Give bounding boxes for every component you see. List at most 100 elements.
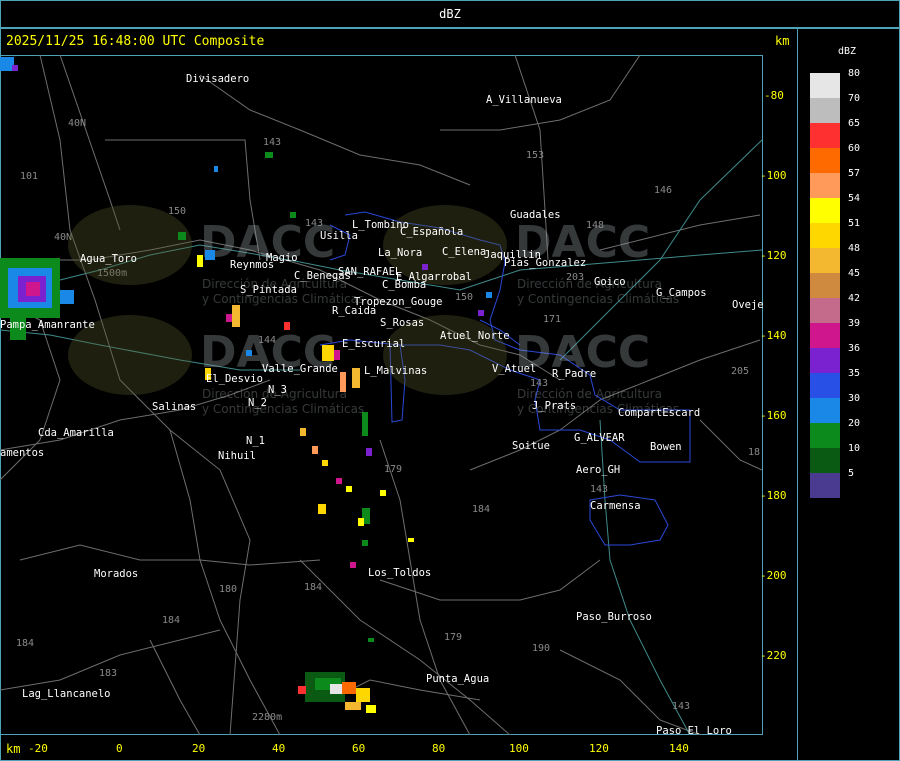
legend-swatch <box>810 473 840 498</box>
svg-text:Nihuil: Nihuil <box>218 450 256 462</box>
svg-text:40N: 40N <box>68 118 86 129</box>
x-tick: 80 <box>432 742 446 755</box>
legend-label: 30 <box>848 393 861 404</box>
legend-label: 10 <box>848 443 861 454</box>
svg-text:143: 143 <box>590 484 608 495</box>
svg-text:Usilla: Usilla <box>320 230 358 242</box>
y-tick: -140 <box>760 329 787 342</box>
legend-swatch <box>810 298 840 323</box>
svg-text:180: 180 <box>219 584 237 595</box>
svg-text:y Contingencias Climáticas: y Contingencias Climáticas <box>202 402 364 416</box>
svg-text:Aero_GH: Aero_GH <box>576 464 620 476</box>
x-tick: 100 <box>509 742 529 755</box>
svg-text:C_Española: C_Española <box>400 226 463 238</box>
svg-text:Cda_Amarilla: Cda_Amarilla <box>38 427 114 439</box>
svg-text:G_Campos: G_Campos <box>656 287 707 299</box>
y-tick: -80 <box>764 89 784 102</box>
legend-label: 54 <box>848 193 861 204</box>
legend-swatch <box>810 198 840 223</box>
svg-text:Paso_Burroso: Paso_Burroso <box>576 611 652 623</box>
svg-text:Dirección de Agricultura: Dirección de Agricultura <box>517 277 662 291</box>
svg-text:Carmensa: Carmensa <box>590 500 641 512</box>
svg-text:18: 18 <box>748 447 760 458</box>
x-tick: 60 <box>352 742 366 755</box>
svg-text:184: 184 <box>472 504 490 515</box>
x-tick: -20 <box>28 742 48 755</box>
svg-text:S_Rosas: S_Rosas <box>380 317 424 329</box>
x-tick: 120 <box>589 742 609 755</box>
svg-text:N_1: N_1 <box>246 435 265 447</box>
radar-map[interactable]: 143 153 146 148 101 40N 40N 150 143 203 … <box>0 55 765 735</box>
y-tick: -200 <box>760 569 787 582</box>
svg-text:Dirección de Agricultura: Dirección de Agricultura <box>517 387 662 401</box>
svg-text:Soitue: Soitue <box>512 440 550 452</box>
svg-text:V_Atuel: V_Atuel <box>492 363 536 375</box>
legend-swatch <box>810 223 840 248</box>
svg-text:J_Prats: J_Prats <box>532 400 576 412</box>
svg-text:Ovejer: Ovejer <box>732 299 765 311</box>
svg-text:N_3: N_3 <box>268 384 287 396</box>
x-tick: 0 <box>116 742 123 755</box>
legend-swatch <box>810 98 840 123</box>
legend-label: 36 <box>848 343 861 354</box>
timestamp-label: 2025/11/25 16:48:00 UTC Composite <box>6 34 265 49</box>
legend-label: 45 <box>848 268 861 279</box>
svg-text:179: 179 <box>444 632 462 643</box>
y-tick: -100 <box>760 169 787 182</box>
svg-text:150: 150 <box>455 292 473 303</box>
legend-swatch <box>810 323 840 348</box>
svg-text:C_Elena: C_Elena <box>442 246 486 258</box>
legend-swatch <box>810 423 840 448</box>
svg-text:Salinas: Salinas <box>152 401 196 413</box>
svg-text:146: 146 <box>654 185 672 196</box>
legend-label: 70 <box>848 93 861 104</box>
svg-text:Pampa_Amanrante: Pampa_Amanrante <box>0 319 95 331</box>
legend-swatch <box>810 173 840 198</box>
svg-text:190: 190 <box>532 643 550 654</box>
x-tick: 20 <box>192 742 206 755</box>
svg-text:N_2: N_2 <box>248 397 267 409</box>
legend-swatch <box>810 273 840 298</box>
svg-text:S_Pintada: S_Pintada <box>240 284 297 296</box>
svg-text:205: 205 <box>731 366 749 377</box>
svg-text:L_Malvinas: L_Malvinas <box>364 365 427 377</box>
y-tick: -220 <box>760 649 787 662</box>
legend-label: 20 <box>848 418 861 429</box>
svg-text:Los_Toldos: Los_Toldos <box>368 567 431 579</box>
legend-swatch <box>810 148 840 173</box>
legend-swatch <box>810 373 840 398</box>
window-title-bar: dBZ <box>0 0 900 28</box>
y-tick: -160 <box>760 409 787 422</box>
svg-text:R_Padre: R_Padre <box>552 368 596 380</box>
svg-text:Morados: Morados <box>94 568 138 580</box>
legend-label: 65 <box>848 118 861 129</box>
legend-swatch <box>810 73 840 98</box>
svg-text:y Contingencias Climáticas: y Contingencias Climáticas <box>517 292 679 306</box>
svg-text:G_ALVEAR: G_ALVEAR <box>574 432 625 444</box>
svg-text:2280m: 2280m <box>252 712 282 723</box>
svg-text:143: 143 <box>672 701 690 712</box>
unit-label-top: km <box>775 34 790 48</box>
svg-text:CompartEscard: CompartEscard <box>618 407 700 419</box>
svg-text:Tropezon_Gouge: Tropezon_Gouge <box>354 296 443 308</box>
svg-text:153: 153 <box>526 150 544 161</box>
svg-text:179: 179 <box>384 464 402 475</box>
legend-label: 48 <box>848 243 861 254</box>
svg-text:143: 143 <box>263 137 281 148</box>
window-title: dBZ <box>439 7 461 21</box>
svg-text:183: 183 <box>99 668 117 679</box>
svg-text:Divisadero: Divisadero <box>186 73 249 85</box>
y-tick: -120 <box>760 249 787 262</box>
svg-text:Bowen: Bowen <box>650 441 682 453</box>
svg-text:El_Desvio: El_Desvio <box>206 373 263 385</box>
legend-swatch <box>810 348 840 373</box>
legend-label: 42 <box>848 293 861 304</box>
svg-text:SAN_RAFAEL: SAN_RAFAEL <box>338 266 401 278</box>
svg-text:Goico: Goico <box>594 276 626 288</box>
svg-text:Valle_Grande: Valle_Grande <box>262 363 338 375</box>
legend-swatch <box>810 123 840 148</box>
legend-swatch <box>810 248 840 273</box>
legend-label: 60 <box>848 143 861 154</box>
svg-text:A_Villanueva: A_Villanueva <box>486 94 562 106</box>
legend-title: dBZ <box>838 46 857 57</box>
